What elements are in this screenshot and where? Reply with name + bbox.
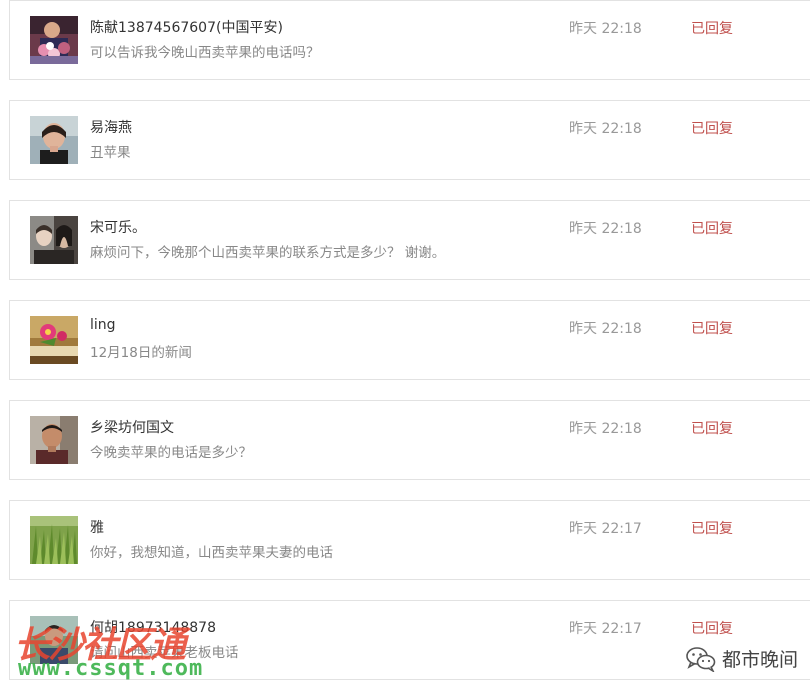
watermark-brand-name: 都市晚间 bbox=[721, 649, 798, 671]
brand-watermark: 都市晚间 bbox=[686, 645, 798, 672]
message-card[interactable]: ling 12月18日的新闻 昨天 22:18 已回复 bbox=[9, 300, 810, 380]
sender-name: 易海燕 bbox=[90, 120, 132, 136]
flower-book-icon bbox=[30, 316, 78, 364]
avatar[interactable] bbox=[30, 16, 78, 64]
avatar[interactable] bbox=[30, 216, 78, 264]
timestamp: 昨天 22:17 bbox=[569, 521, 642, 537]
timestamp: 昨天 22:18 bbox=[569, 121, 642, 137]
replied-status-link[interactable]: 已回复 bbox=[691, 218, 733, 238]
message-card[interactable]: 乡梁坊何国文 今晚卖苹果的电话是多少？ 昨天 22:18 已回复 bbox=[9, 400, 810, 480]
sender-name: ling bbox=[90, 317, 116, 333]
avatar[interactable] bbox=[30, 316, 78, 364]
flowers-photo-icon bbox=[30, 16, 78, 64]
timestamp: 昨天 22:17 bbox=[569, 621, 642, 637]
avatar[interactable] bbox=[30, 516, 78, 564]
timestamp: 昨天 22:18 bbox=[569, 321, 642, 337]
replied-status-link[interactable]: 已回复 bbox=[691, 118, 733, 138]
grass-field-icon bbox=[30, 516, 78, 564]
message-text: 麻烦问下，今晚那个山西卖苹果的联系方式是多少？ 谢谢。 bbox=[90, 245, 446, 261]
sender-name: 陈献13874567607(中国平安) bbox=[90, 20, 283, 36]
timestamp: 昨天 22:18 bbox=[569, 221, 642, 237]
timestamp: 昨天 22:18 bbox=[569, 21, 642, 37]
woman-portrait-icon bbox=[30, 116, 78, 164]
message-text: 12月18日的新闻 bbox=[90, 345, 192, 361]
message-text: 你好，我想知道，山西卖苹果夫妻的电话 bbox=[90, 545, 333, 561]
message-card[interactable]: 陈献13874567607(中国平安) 可以告诉我今晚山西卖苹果的电话吗？ 昨天… bbox=[9, 0, 810, 80]
watermark-site-url: www.cssqt.com bbox=[18, 656, 204, 681]
message-text: 今晚卖苹果的电话是多少？ bbox=[90, 445, 252, 461]
sender-name: 宋可乐。 bbox=[90, 220, 146, 236]
replied-status-link[interactable]: 已回复 bbox=[691, 318, 733, 338]
couple-photo-icon bbox=[30, 216, 78, 264]
avatar[interactable] bbox=[30, 116, 78, 164]
sender-name: 乡梁坊何国文 bbox=[90, 420, 174, 436]
avatar[interactable] bbox=[30, 416, 78, 464]
message-card[interactable]: 易海燕 丑苹果 昨天 22:18 已回复 bbox=[9, 100, 810, 180]
wechat-icon bbox=[686, 646, 716, 672]
sender-name: 雅 bbox=[90, 520, 104, 536]
replied-status-link[interactable]: 已回复 bbox=[691, 518, 733, 538]
message-text: 可以告诉我今晚山西卖苹果的电话吗？ bbox=[90, 45, 320, 61]
message-card[interactable]: 宋可乐。 麻烦问下，今晚那个山西卖苹果的联系方式是多少？ 谢谢。 昨天 22:1… bbox=[9, 200, 810, 280]
site-watermark: 长沙社区通 www.cssqt.com bbox=[8, 616, 248, 694]
replied-status-link[interactable]: 已回复 bbox=[691, 618, 733, 638]
man-portrait-icon bbox=[30, 416, 78, 464]
replied-status-link[interactable]: 已回复 bbox=[691, 18, 733, 38]
message-text: 丑苹果 bbox=[90, 145, 131, 161]
message-card[interactable]: 雅 你好，我想知道，山西卖苹果夫妻的电话 昨天 22:17 已回复 bbox=[9, 500, 810, 580]
replied-status-link[interactable]: 已回复 bbox=[691, 418, 733, 438]
timestamp: 昨天 22:18 bbox=[569, 421, 642, 437]
